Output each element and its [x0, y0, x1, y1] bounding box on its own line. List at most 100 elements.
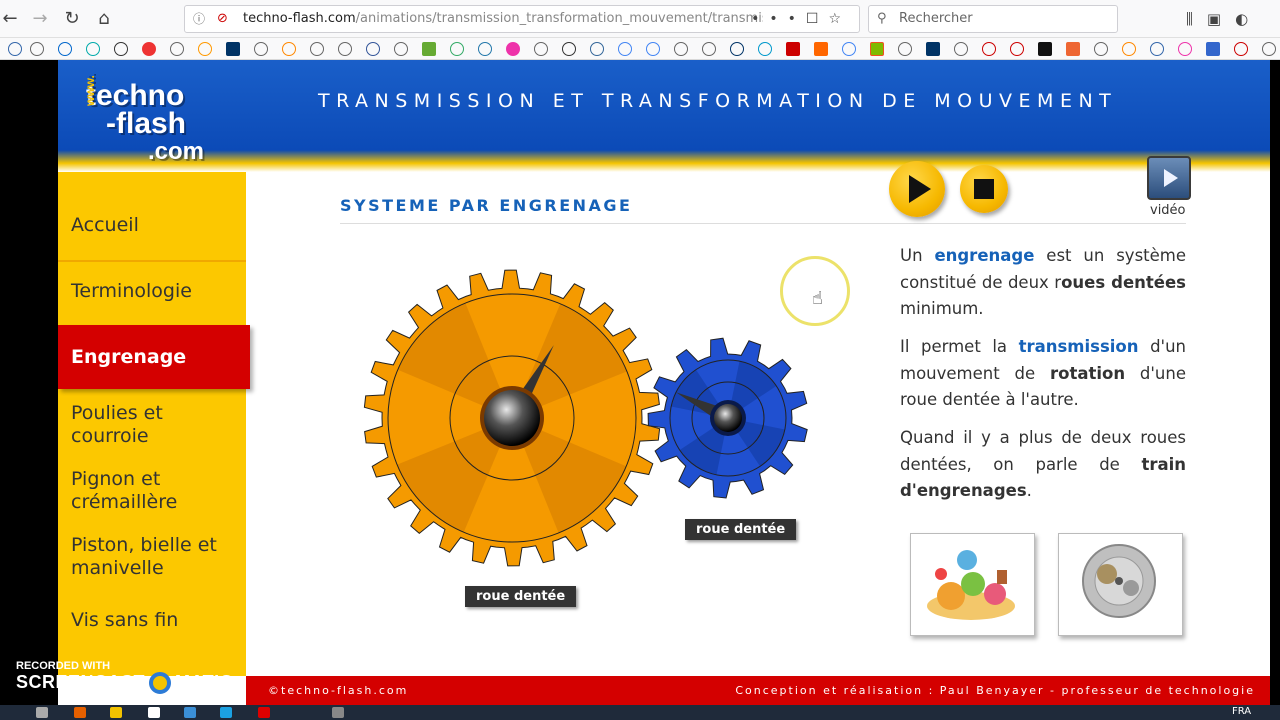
left-margin — [0, 60, 58, 708]
search-bar[interactable]: ⚲ Rechercher — [868, 5, 1118, 33]
stop-button[interactable] — [960, 165, 1008, 213]
bookmark-icon[interactable] — [8, 42, 22, 56]
bookmark-icon[interactable] — [1066, 42, 1080, 56]
bookmark-icon[interactable] — [1094, 42, 1108, 56]
bookmark-icon[interactable] — [1234, 42, 1248, 56]
bookmark-icon[interactable] — [1178, 42, 1192, 56]
home-icon[interactable]: ⌂ — [94, 9, 114, 29]
bookmark-icon[interactable] — [1150, 42, 1164, 56]
mail-icon[interactable] — [184, 707, 196, 718]
bookmark-icon[interactable] — [1262, 42, 1276, 56]
bookmark-icon[interactable] — [1010, 42, 1024, 56]
bookmark-icon[interactable] — [926, 42, 940, 56]
bookmark-icon[interactable] — [86, 42, 100, 56]
site-logo[interactable]: www. techno -flash .com — [78, 75, 204, 166]
thumbnail-watch-mechanism[interactable] — [1058, 533, 1183, 636]
sidebar-item-pignon[interactable]: Pignon et crémaillère — [58, 468, 250, 514]
bookmark-icon[interactable] — [142, 42, 156, 56]
paragraph-train: Quand il y a plus de deux roues dentées,… — [900, 425, 1186, 505]
bookmark-icon[interactable] — [590, 42, 604, 56]
bookmark-icon[interactable] — [114, 42, 128, 56]
big-gear-icon — [363, 269, 661, 567]
url-host: techno-flash.com — [243, 11, 356, 26]
info-icon[interactable]: ⓘ — [193, 6, 207, 32]
reload-icon[interactable]: ↻ — [62, 9, 82, 29]
video-label[interactable]: vidéo — [1150, 203, 1186, 218]
forward-icon[interactable]: → — [30, 9, 50, 29]
text: . — [1026, 481, 1032, 500]
bookmark-icon[interactable] — [954, 42, 968, 56]
bookmark-icon[interactable] — [450, 42, 464, 56]
bookmark-icon[interactable] — [310, 42, 324, 56]
bookmark-icon[interactable] — [170, 42, 184, 56]
app-icon[interactable] — [220, 707, 232, 718]
keyword-engrenage: engrenage — [934, 246, 1035, 265]
bookmark-icon[interactable] — [758, 42, 772, 56]
bookmark-icon[interactable] — [422, 42, 436, 56]
thumbnail-toy-gears[interactable] — [910, 533, 1035, 636]
sidebar-item-engrenage[interactable]: Engrenage — [58, 325, 250, 389]
page-actions[interactable]: •••☐☆ — [751, 6, 851, 32]
bookmark-icon[interactable] — [506, 42, 520, 56]
back-icon[interactable]: ← — [0, 9, 20, 29]
library-icon[interactable]: ⫼▣◐ — [1186, 10, 1262, 28]
firefox-icon[interactable] — [74, 707, 86, 718]
bookmark-icon[interactable] — [870, 42, 884, 56]
bookmark-icon[interactable] — [562, 42, 576, 56]
bookmark-icon[interactable] — [254, 42, 268, 56]
bookmark-icon[interactable] — [478, 42, 492, 56]
bookmark-icon[interactable] — [1206, 42, 1220, 56]
search-placeholder: Rechercher — [899, 11, 973, 26]
address-bar[interactable]: ⓘ ⊘ techno-flash.com/animations/transmis… — [184, 5, 860, 33]
os-taskbar: FRA — [0, 705, 1280, 720]
bookmark-icon[interactable] — [814, 42, 828, 56]
url-path: /animations/transmission_transformation_… — [355, 11, 763, 26]
folder-icon[interactable] — [110, 707, 122, 718]
sidebar-item-accueil[interactable]: Accueil — [58, 214, 250, 237]
bookmark-icon[interactable] — [338, 42, 352, 56]
bookmark-icon[interactable] — [1038, 42, 1052, 56]
bookmark-icon[interactable] — [842, 42, 856, 56]
bookmark-icon[interactable] — [674, 42, 688, 56]
screencast-watermark: RECORDED WITH SCREENCAST MATIC — [16, 660, 233, 695]
keyword-transmission: transmission — [1018, 337, 1139, 356]
sidebar-item-terminologie[interactable]: Terminologie — [58, 280, 250, 303]
divider — [58, 260, 246, 262]
footer-copyright[interactable]: ©techno-flash.com — [268, 676, 408, 705]
sidebar-item-piston[interactable]: Piston, bielle et manivelle — [58, 534, 250, 580]
bookmark-icon[interactable] — [366, 42, 380, 56]
keyword-roues: oues dentées — [1061, 272, 1186, 292]
bookmark-icon[interactable] — [618, 42, 632, 56]
bookmark-icon[interactable] — [282, 42, 296, 56]
bookmarks-toolbar — [0, 38, 1280, 60]
language-indicator[interactable]: FRA — [1232, 706, 1251, 717]
play-button[interactable] — [889, 161, 945, 217]
taskview-icon[interactable] — [36, 707, 48, 718]
bookmark-icon[interactable] — [646, 42, 660, 56]
bookmark-icon[interactable] — [30, 42, 44, 56]
bookmark-icon[interactable] — [702, 42, 716, 56]
gear-label-small: roue dentée — [685, 519, 797, 540]
bookmark-icon[interactable] — [786, 42, 800, 56]
bookmark-icon[interactable] — [730, 42, 744, 56]
store-icon[interactable] — [148, 707, 160, 718]
bookmark-icon[interactable] — [534, 42, 548, 56]
sidebar-item-vis-sans-fin[interactable]: Vis sans fin — [58, 609, 250, 632]
url-text[interactable]: techno-flash.com/animations/transmission… — [243, 6, 763, 32]
insecure-lock-icon[interactable]: ⊘ — [217, 6, 228, 32]
right-margin — [1270, 60, 1280, 708]
section-title: SYSTEME PAR ENGRENAGE — [340, 196, 633, 215]
settings-icon[interactable] — [332, 707, 344, 718]
bookmark-icon[interactable] — [898, 42, 912, 56]
pdf-icon[interactable] — [258, 707, 270, 718]
bookmark-icon[interactable] — [982, 42, 996, 56]
toy-gears-image — [927, 550, 1015, 620]
bookmark-icon[interactable] — [1122, 42, 1136, 56]
video-icon[interactable] — [1147, 156, 1191, 200]
bookmark-icon[interactable] — [198, 42, 212, 56]
bookmark-icon[interactable] — [394, 42, 408, 56]
bookmark-icon[interactable] — [226, 42, 240, 56]
sidebar-item-poulies[interactable]: Poulies et courroie — [58, 402, 250, 448]
text: Il permet la — [900, 337, 1019, 356]
bookmark-icon[interactable] — [58, 42, 72, 56]
